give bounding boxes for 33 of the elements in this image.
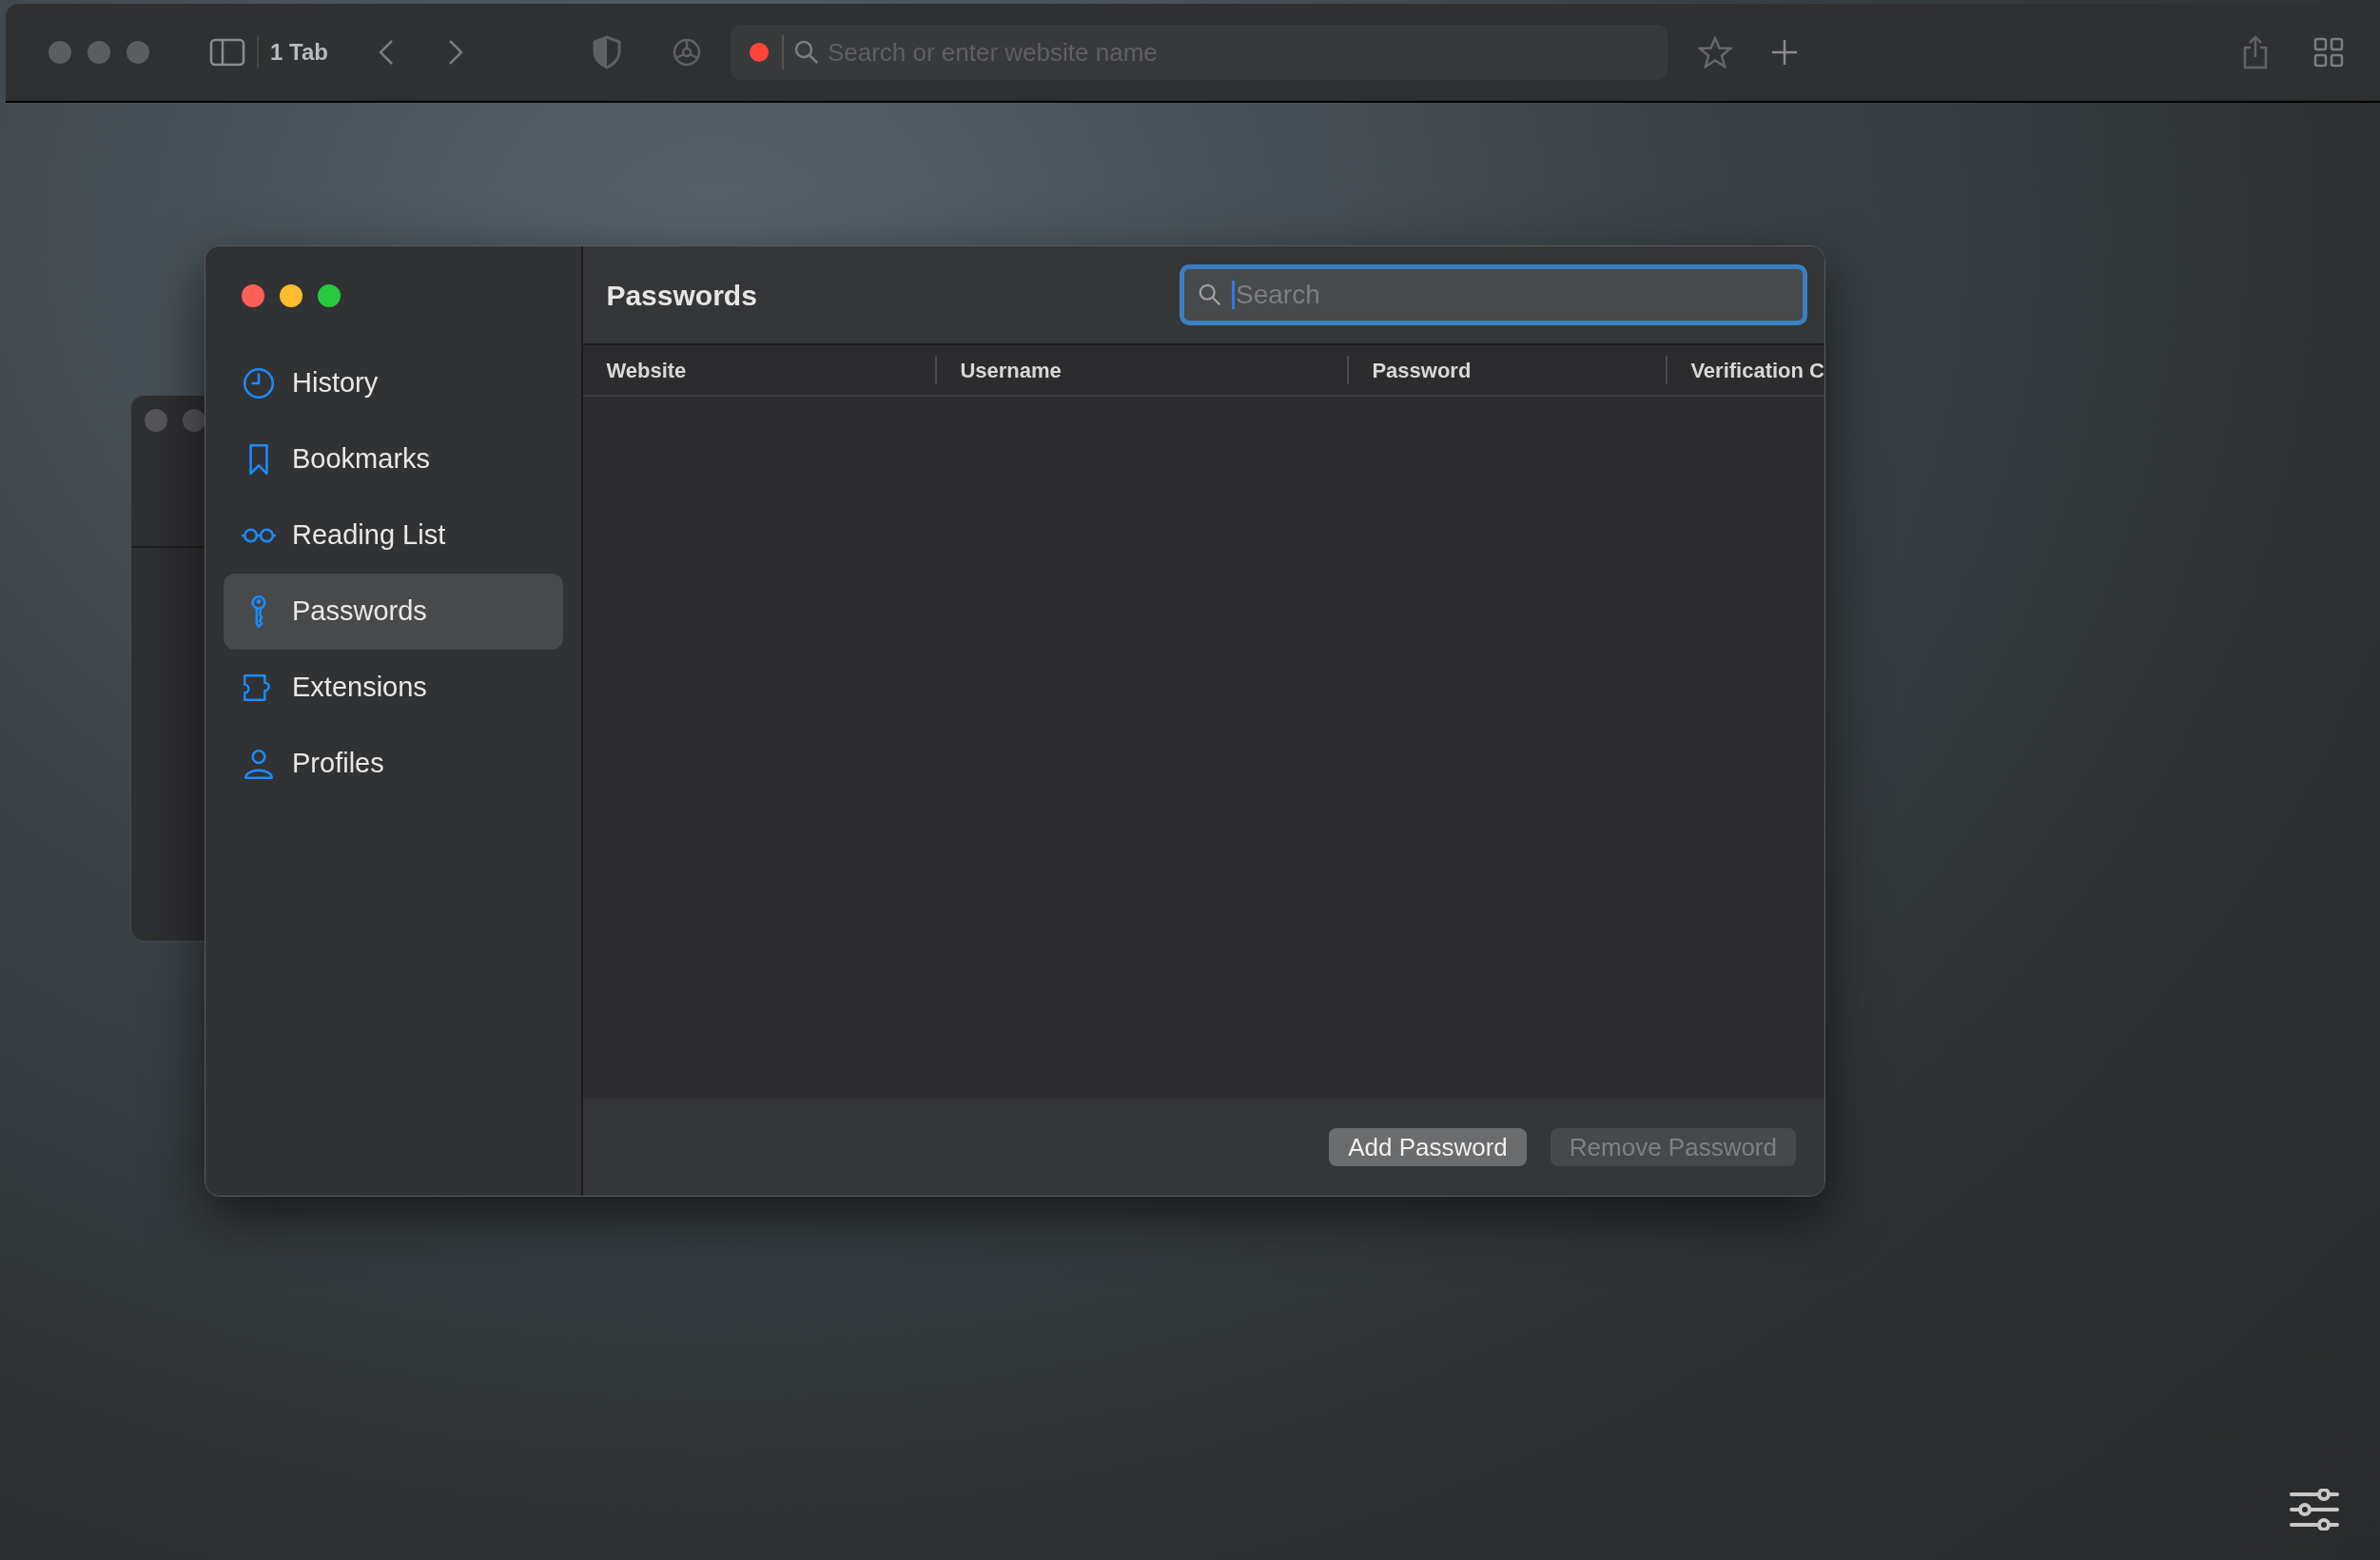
- sidebar-item[interactable]: Extensions: [224, 650, 564, 726]
- column-header[interactable]: Website: [606, 354, 687, 386]
- tab-overview-icon[interactable]: [2313, 37, 2344, 68]
- window-control[interactable]: [88, 41, 110, 64]
- shield-icon[interactable]: [591, 35, 622, 69]
- column-header[interactable]: Verification C: [1690, 354, 1824, 386]
- sliders-icon[interactable]: [2289, 1489, 2340, 1531]
- minimize-button[interactable]: [280, 284, 302, 307]
- window-title: Passwords: [606, 278, 757, 313]
- star-icon[interactable]: [1697, 36, 1732, 68]
- sidebar-item[interactable]: History: [224, 345, 564, 421]
- clock-icon: [241, 365, 277, 401]
- sidebar-item[interactable]: Bookmarks: [224, 421, 564, 497]
- search-icon: [792, 39, 820, 66]
- sidebar-item[interactable]: Profiles: [224, 726, 564, 802]
- tab-count[interactable]: 1 Tab: [270, 35, 328, 69]
- plus-icon[interactable]: [1769, 38, 1799, 67]
- window-control[interactable]: [49, 41, 71, 64]
- sidebar-item[interactable]: Passwords: [224, 574, 564, 650]
- window-control[interactable]: [127, 41, 149, 64]
- sidebar-item[interactable]: Reading List: [224, 497, 564, 574]
- back-icon[interactable]: [377, 38, 395, 67]
- search-icon: [1198, 283, 1222, 307]
- window-control[interactable]: [145, 409, 167, 432]
- sidebar-icon[interactable]: [209, 38, 245, 67]
- close-button[interactable]: [242, 284, 264, 307]
- forward-icon[interactable]: [446, 38, 464, 67]
- add-password-button[interactable]: Add Password: [1329, 1128, 1527, 1166]
- zoom-button[interactable]: [318, 284, 341, 307]
- column-header[interactable]: Password: [1372, 354, 1472, 386]
- column-header[interactable]: Username: [960, 354, 1062, 386]
- share-icon[interactable]: [2241, 34, 2270, 70]
- window-control[interactable]: [183, 409, 205, 432]
